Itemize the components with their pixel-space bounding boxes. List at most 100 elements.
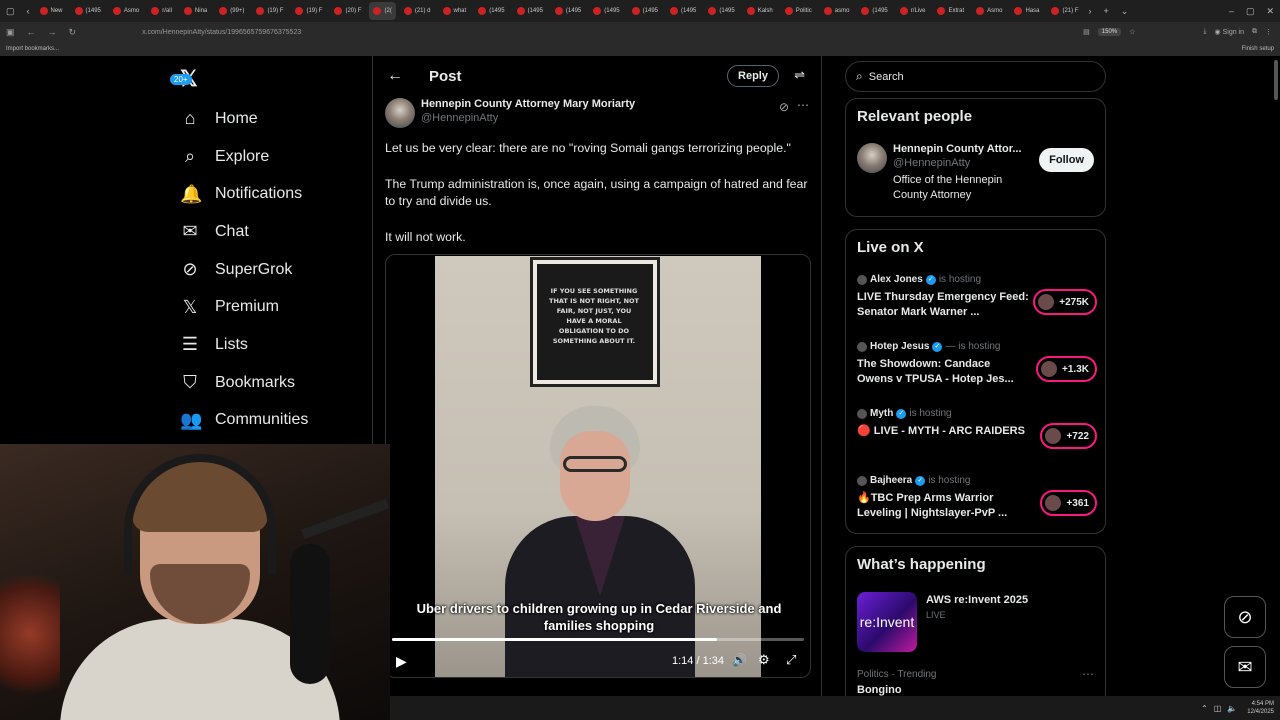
nav-item-premium[interactable]: 𝕏 Premium — [180, 288, 360, 326]
video-player[interactable]: IF YOU SEE SOMETHING THAT IS NOT RIGHT, … — [385, 254, 811, 678]
browser-back-icon[interactable]: ← — [21, 27, 42, 37]
live-item[interactable]: Myth ✓ is hosting 🔴 LIVE - MYTH - ARC RAIDE… — [857, 408, 1097, 470]
browser-tab[interactable]: (1495 — [857, 2, 891, 20]
star-icon[interactable]: ☆ — [1129, 28, 1135, 36]
live-listener-count[interactable]: +275K — [1033, 289, 1097, 315]
browser-tab[interactable]: r/all — [147, 2, 176, 20]
tab-list-icon[interactable]: ⌄ — [1115, 6, 1135, 17]
reload-icon[interactable]: ↻ — [63, 27, 83, 38]
browser-tab[interactable]: (1495 — [666, 2, 700, 20]
nav-item-supergrok[interactable]: ⊘ SuperGrok — [180, 251, 360, 289]
browser-tab[interactable]: (1495 — [474, 2, 508, 20]
url-field[interactable]: x.com/HennepinAtty/status/19965657596763… — [142, 29, 301, 36]
browser-tab[interactable]: (99+) — [215, 2, 248, 20]
live-title[interactable]: 🔥TBC Prep Arms Warrior Leveling | Nights… — [857, 491, 1029, 521]
nav-item-communities[interactable]: 👥 Communities — [180, 402, 360, 440]
live-listener-count[interactable]: +361 — [1040, 490, 1097, 516]
relevant-person-name[interactable]: Hennepin County Attor... — [893, 143, 1033, 155]
browser-tab[interactable]: Nina — [180, 2, 211, 20]
host-name[interactable]: Bajheera — [870, 475, 912, 486]
browser-tab[interactable]: Hasa — [1010, 2, 1043, 20]
tab-actions-icon[interactable]: ▢ — [0, 6, 21, 17]
back-arrow-icon[interactable]: ← — [387, 67, 403, 85]
browser-tab[interactable]: Asmo — [109, 2, 143, 20]
live-item[interactable]: Alex Jones ✓ is hosting LIVE Thursday Emerg… — [857, 274, 1097, 336]
browser-tab[interactable]: (1495 — [71, 2, 105, 20]
tab-scroll-left-icon[interactable]: ‹ — [21, 6, 36, 16]
live-listener-count[interactable]: +722 — [1040, 423, 1097, 449]
tab-scroll-right-icon[interactable]: › — [1083, 6, 1098, 16]
browser-tab[interactable]: New — [36, 2, 67, 20]
browser-tab[interactable]: (2( — [369, 2, 396, 20]
reply-button[interactable]: Reply — [727, 65, 779, 87]
import-bookmarks-link[interactable]: Import bookmarks... — [6, 46, 59, 52]
nav-item-notifications[interactable]: 🔔 20+ Notifications — [170, 74, 360, 213]
grok-float-icon[interactable]: ⊘ — [1224, 596, 1266, 638]
author-name[interactable]: Hennepin County Attorney Mary Moriarty — [421, 98, 635, 110]
signin-button[interactable]: ◉ Sign in — [1215, 28, 1244, 36]
browser-tab[interactable]: r/Live — [896, 2, 930, 20]
search-input[interactable]: ⌕ Search — [845, 61, 1106, 92]
host-name[interactable]: Hotep Jesus — [870, 341, 929, 352]
sidebar-toggle-icon[interactable]: ▣ — [0, 27, 21, 38]
fullscreen-icon[interactable]: ⤢ — [786, 652, 796, 668]
event-thumbnail[interactable]: re:Invent — [857, 592, 917, 652]
browser-tab[interactable]: (1495 — [551, 2, 585, 20]
network-icon[interactable]: ◫ — [1214, 704, 1222, 713]
browser-tab[interactable]: (1495 — [704, 2, 738, 20]
author-handle[interactable]: @HennepinAtty — [421, 112, 635, 124]
scrollbar[interactable] — [1274, 60, 1278, 100]
extensions-icon[interactable]: ⧉ — [1252, 28, 1257, 36]
browser-tab[interactable]: what — [439, 2, 471, 20]
browser-tab[interactable]: (21) F — [1047, 2, 1082, 20]
close-window-icon[interactable]: ✕ — [1260, 6, 1280, 17]
zoom-level[interactable]: 150% — [1097, 28, 1122, 36]
screenshot-icon[interactable]: ▤ — [1083, 28, 1090, 36]
browser-tab[interactable]: Politic — [781, 2, 816, 20]
nav-item-bookmarks[interactable]: ⛉ Bookmarks — [180, 364, 360, 402]
download-icon[interactable]: ⤓ — [1203, 28, 1206, 36]
nav-item-home[interactable]: ⌂ Home — [180, 100, 360, 138]
settings-gear-icon[interactable]: ⚙ — [758, 652, 770, 668]
tray-chevron-icon[interactable]: ⌃ — [1201, 704, 1208, 713]
sliders-icon[interactable]: ⇌ — [794, 67, 805, 83]
browser-tab[interactable]: (21) d — [400, 2, 435, 20]
live-item[interactable]: Hotep Jesus ✓ — is hosting The Showdown: Ca… — [857, 341, 1097, 403]
avatar[interactable] — [385, 98, 415, 128]
finish-setup-link[interactable]: Finish setup — [1242, 46, 1280, 52]
live-item[interactable]: Bajheera ✓ is hosting 🔥TBC Prep Arms Warrio… — [857, 475, 1097, 537]
more-options-icon[interactable]: ⋯ — [797, 98, 809, 112]
messages-float-icon[interactable]: ✉ — [1224, 646, 1266, 688]
browser-tab[interactable]: asmo — [820, 2, 854, 20]
browser-tab[interactable]: (1495 — [513, 2, 547, 20]
post-author[interactable]: Hennepin County Attorney Mary Moriarty @… — [385, 98, 635, 128]
browser-tab[interactable]: (19) F — [252, 2, 287, 20]
browser-tab[interactable]: (1495 — [628, 2, 662, 20]
host-name[interactable]: Myth — [870, 408, 893, 419]
host-name[interactable]: Alex Jones — [870, 274, 923, 285]
nav-item-lists[interactable]: ☰ Lists — [180, 326, 360, 364]
browser-tab[interactable]: (20) F — [330, 2, 365, 20]
browser-tab[interactable]: Kalsh — [743, 2, 777, 20]
nav-item-explore[interactable]: ⌕ Explore — [180, 138, 360, 176]
clock[interactable]: 4:54 PM 12/4/2025 — [1247, 700, 1274, 716]
live-title[interactable]: 🔴 LIVE - MYTH - ARC RAIDERS — [857, 424, 1029, 439]
browser-tab[interactable]: (1495 — [589, 2, 623, 20]
more-options-icon[interactable]: ⋯ — [1082, 667, 1094, 681]
new-tab-icon[interactable]: + — [1098, 6, 1115, 16]
browser-tab[interactable]: (19) F — [291, 2, 326, 20]
live-listener-count[interactable]: +1.3K — [1036, 356, 1097, 382]
volume-tray-icon[interactable]: 🔈 — [1227, 704, 1237, 713]
minimize-icon[interactable]: – — [1223, 6, 1240, 16]
event-title[interactable]: AWS re:Invent 2025 — [926, 594, 1028, 606]
live-title[interactable]: The Showdown: Candace Owens v TPUSA - Ho… — [857, 357, 1029, 387]
nav-item-chat[interactable]: ✉ Chat — [180, 213, 360, 251]
live-title[interactable]: LIVE Thursday Emergency Feed: Senator Ma… — [857, 290, 1029, 320]
video-progress-bar[interactable] — [392, 638, 804, 641]
trend-name[interactable]: Bongino — [857, 684, 902, 696]
browser-forward-icon[interactable]: → — [42, 27, 63, 37]
browser-tab[interactable]: Asmo — [972, 2, 1006, 20]
maximize-icon[interactable]: ▢ — [1240, 6, 1261, 17]
relevant-person-handle[interactable]: @HennepinAtty — [893, 157, 1033, 169]
browser-tab[interactable]: Extrat — [933, 2, 968, 20]
